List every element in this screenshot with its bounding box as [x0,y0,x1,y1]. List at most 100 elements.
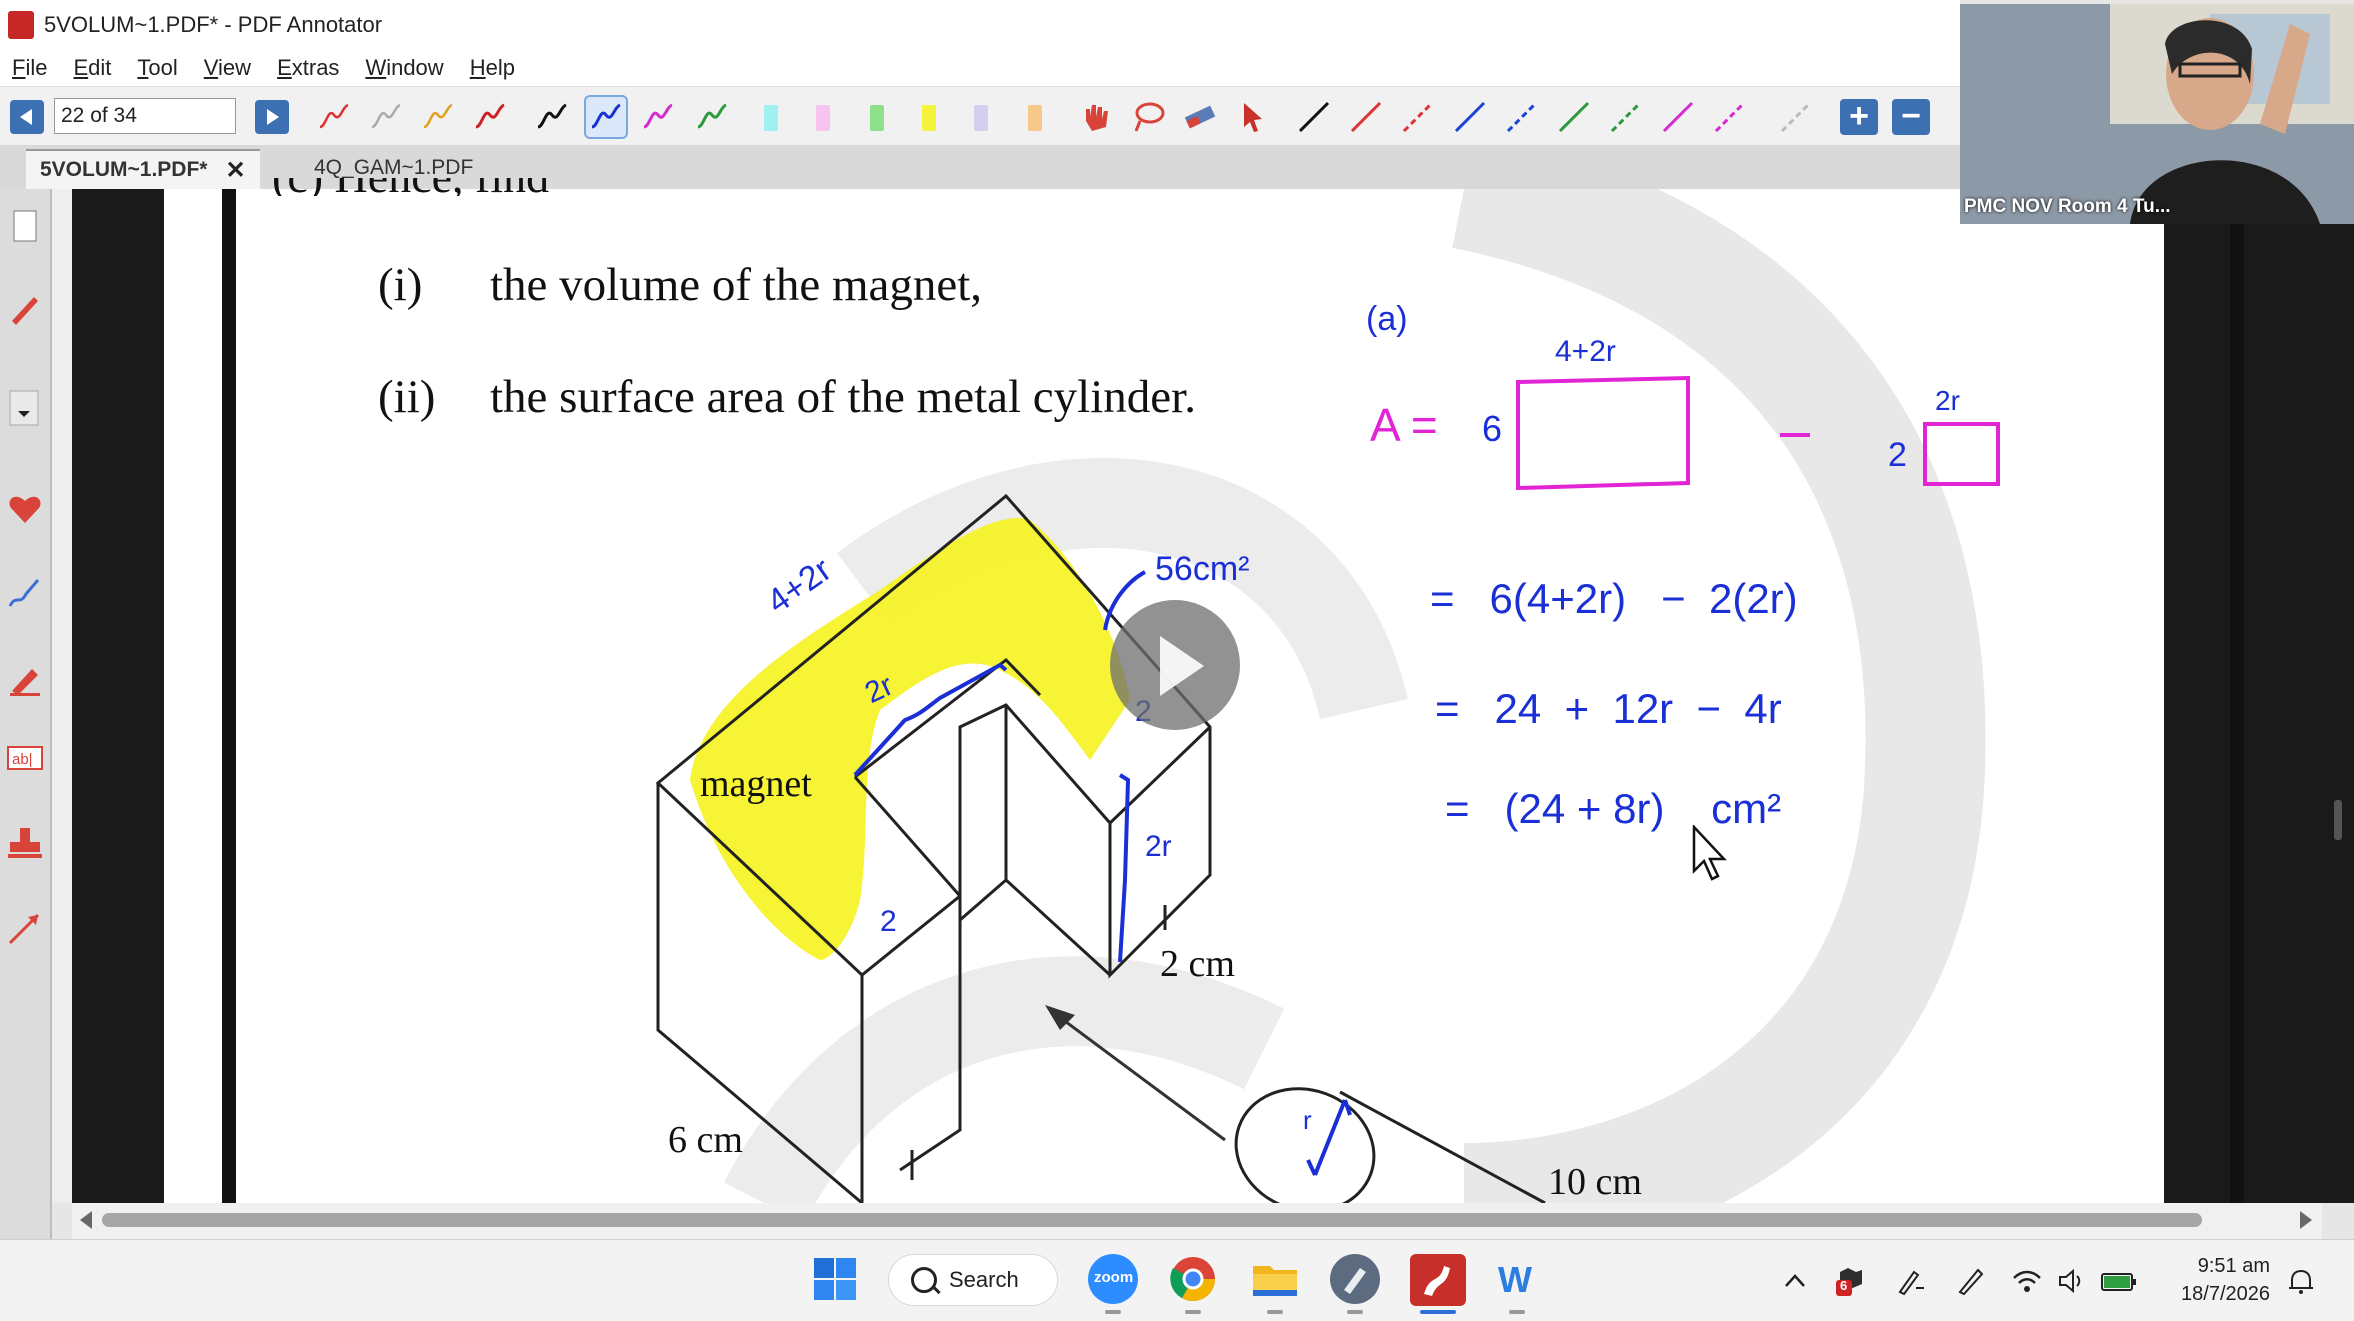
thumbnail-panel [52,189,72,1203]
file-explorer-icon[interactable] [1250,1254,1300,1304]
hand-tool-icon[interactable] [1076,97,1116,137]
horizontal-scroll-thumb[interactable] [102,1213,2202,1227]
pen-red-icon[interactable] [470,97,510,137]
highlighter-pink-icon[interactable] [816,105,830,131]
webcam-video-feed: PMC NOV Room 4 Tu... [1960,4,2354,224]
highlighter-cyan-icon[interactable] [764,105,778,131]
doc-item-ii-text: the surface area of the metal cylinder. [490,371,1196,423]
zoom-out-button[interactable]: − [1892,99,1930,135]
vertical-scroll-thumb[interactable] [2334,800,2342,840]
select-arrow-icon[interactable] [1232,97,1272,137]
freehand-pen-icon[interactable] [6,574,44,612]
annotation-two: 2 [1888,436,1907,474]
pen-blue-icon[interactable] [584,95,628,139]
figure-label-6cm: 6 cm [668,1119,743,1161]
menu-view[interactable]: View [204,55,251,81]
mouse-cursor-icon [1692,825,1727,881]
highlighter-orange-icon[interactable] [1028,105,1042,131]
pen-black-icon[interactable] [532,97,572,137]
line-green-icon[interactable] [1554,97,1594,137]
menu-tool[interactable]: Tool [137,55,177,81]
notification-badge-icon[interactable]: 6 [1836,1266,1866,1296]
highlighter-yellow-icon[interactable] [922,105,936,131]
tab-close-icon[interactable]: ✕ [225,156,245,185]
line-blue-dashed-icon[interactable] [1502,97,1542,137]
search-label: Search [949,1267,1019,1292]
menu-help[interactable]: Help [470,55,515,81]
line-black-icon[interactable] [1294,97,1334,137]
annotation-big-rect-label: 4+2r [1555,335,1616,368]
window-title: 5VOLUM~1.PDF* - PDF Annotator [44,12,383,37]
left-tool-sidebar: ab| [0,189,52,1239]
annotation-small-rect-label: 2r [1935,385,1960,416]
stamp-icon[interactable] [6,824,44,862]
horizontal-scrollbar[interactable] [72,1203,2322,1239]
line-green-dashed-icon[interactable] [1606,97,1646,137]
search-icon [911,1267,937,1293]
arrow-line-icon[interactable] [6,909,44,947]
eraser-tool-icon[interactable] [1180,97,1220,137]
scroll-left-icon[interactable] [80,1211,92,1229]
app-running-indicator [1347,1310,1363,1314]
highlighter-sidebar-icon[interactable] [6,659,44,697]
clock-time: 9:51 am [2197,1255,2270,1277]
tab-5volum[interactable]: 5VOLUM~1.PDF* ✕ [26,149,260,189]
pen-ink-tray-icon[interactable] [1896,1266,1926,1296]
volume-icon[interactable] [2056,1266,2086,1296]
page-number-input[interactable] [54,98,236,134]
pen-orange-icon[interactable] [418,97,458,137]
explorer-running-indicator [1267,1310,1283,1314]
line-magenta-icon[interactable] [1658,97,1698,137]
battery-icon[interactable] [2100,1266,2138,1296]
clock-date: 18/7/2026 [2181,1283,2270,1305]
whiteboard-app-icon[interactable]: W [1492,1254,1542,1304]
wifi-icon[interactable] [2012,1266,2042,1296]
line-gray-dashed-icon[interactable] [1776,97,1816,137]
line-red-icon[interactable] [1346,97,1386,137]
pen-gray-icon[interactable] [366,97,406,137]
scroll-right-icon[interactable] [2300,1211,2312,1229]
menu-bar: File Edit Tool View Extras Window Help [0,50,1960,86]
zoom-in-button[interactable]: + [1840,99,1878,135]
figure-annotation-r: r [1303,1105,1312,1135]
dropdown-icon[interactable] [6,389,44,427]
blank-page-icon[interactable] [6,207,44,245]
figure-annotation-2r-side: 2r [1145,830,1172,863]
menu-window[interactable]: Window [365,55,443,81]
text-box-icon[interactable]: ab| [6,739,44,777]
annotation-line-3: = (24 + 8r) cm² [1445,785,1782,832]
favorite-heart-icon[interactable] [6,489,44,527]
figure-label-2cm: 2 cm [1160,943,1235,985]
taskbar-search-box[interactable]: Search [888,1254,1058,1306]
menu-edit[interactable]: Edit [73,55,111,81]
speed-app-icon[interactable] [1330,1254,1380,1304]
notification-center-icon[interactable] [2286,1266,2316,1296]
highlighter-lavender-icon[interactable] [974,105,988,131]
menu-file[interactable]: File [12,55,47,81]
previous-page-button[interactable] [10,100,44,134]
lasso-tool-icon[interactable] [1128,97,1168,137]
pen-red-thin-icon[interactable] [314,97,354,137]
line-magenta-dashed-icon[interactable] [1710,97,1750,137]
pen-magenta-icon[interactable] [638,97,678,137]
line-red-dashed-icon[interactable] [1398,97,1438,137]
zoom-app-icon[interactable]: zoom [1088,1254,1138,1304]
pen-green-icon[interactable] [692,97,732,137]
menu-extras[interactable]: Extras [277,55,339,81]
annotation-six: 6 [1482,408,1503,449]
zoom-app-label: zoom [1094,1269,1134,1286]
chrome-icon[interactable] [1168,1254,1218,1304]
pen-tray-icon[interactable] [1956,1266,1986,1296]
system-clock[interactable]: 9:51 am 18/7/2026 [2160,1252,2270,1308]
windows-start-icon[interactable] [810,1254,860,1304]
line-blue-icon[interactable] [1450,97,1490,137]
figure-annotation-56cm2: 56cm² [1155,550,1250,588]
highlighter-green-icon[interactable] [870,105,884,131]
pen-sidebar-icon[interactable] [6,289,44,327]
zoom-running-indicator [1105,1310,1121,1314]
video-play-overlay-icon[interactable] [1110,600,1240,730]
next-page-button[interactable] [255,100,289,134]
pdf-annotator-taskbar-icon[interactable] [1410,1254,1466,1306]
show-hidden-icons-chevron-icon[interactable] [1780,1266,1810,1296]
svg-text:ab|: ab| [12,751,33,768]
